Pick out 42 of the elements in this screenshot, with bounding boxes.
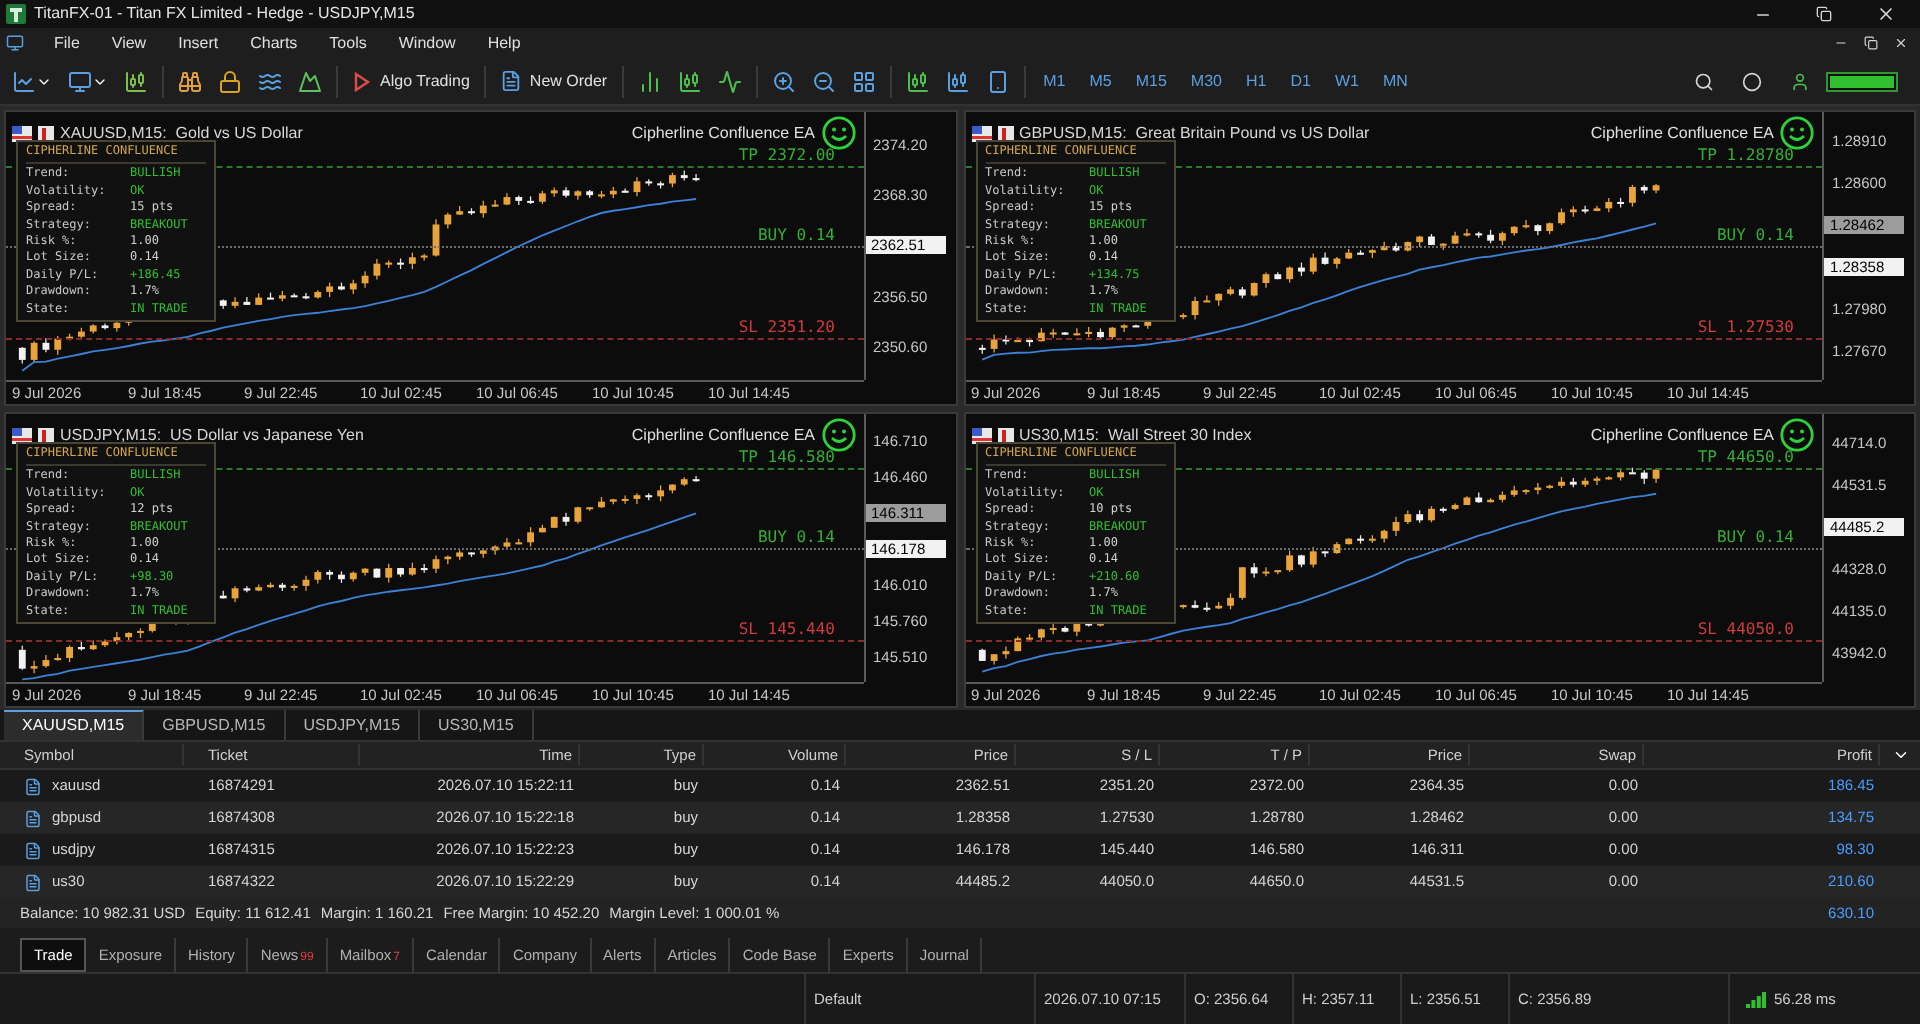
take-profit-label: TP 44650.0 <box>1697 447 1794 468</box>
stop-loss-label: SL 1.27530 <box>1697 317 1794 338</box>
chart-tab[interactable]: US30,M15 <box>420 710 534 740</box>
stop-loss-label: SL 2351.20 <box>738 317 835 338</box>
chart-title: USDJPY,M15: US Dollar vs Japanese Yen <box>60 423 364 447</box>
stop-loss-label: SL 44050.0 <box>1697 619 1794 640</box>
entry-label: BUY 0.14 <box>757 528 835 548</box>
timeframe-button[interactable]: MN <box>1372 63 1418 99</box>
menu-item[interactable]: Charts <box>236 31 312 55</box>
entry-label: BUY 0.14 <box>757 226 835 246</box>
timeframe-button[interactable]: M5 <box>1079 63 1122 99</box>
timeframe-button[interactable]: D1 <box>1280 63 1321 99</box>
menu-item[interactable]: Window <box>384 31 470 55</box>
menu-item[interactable]: View <box>97 31 161 55</box>
menu-item[interactable]: File <box>40 31 94 55</box>
algo-trading-button[interactable]: Algo Trading <box>346 63 476 99</box>
chart-title: GBPUSD,M15: Great Britain Pound vs US Dollar <box>1019 121 1370 145</box>
menu-item[interactable]: Insert <box>164 31 233 55</box>
chart-tab[interactable]: XAUUSD,M15 <box>4 710 145 740</box>
entry-label: BUY 0.14 <box>1716 226 1794 246</box>
menu-item[interactable]: Help <box>473 31 535 55</box>
timeframe-button[interactable]: W1 <box>1324 63 1369 99</box>
chart-tab[interactable]: USDJPY,M15 <box>285 710 421 740</box>
take-profit-label: TP 146.580 <box>738 447 835 468</box>
timeframe-button[interactable]: H1 <box>1235 63 1277 99</box>
new-order-button[interactable]: New Order <box>493 63 614 99</box>
chart-title: US30,M15: Wall Street 30 Index <box>1019 423 1252 447</box>
expert-name: Cipherline Confluence EA <box>1590 121 1774 145</box>
timeframe-button[interactable]: M30 <box>1180 63 1232 99</box>
timeframe-button[interactable]: M1 <box>1033 63 1076 99</box>
expert-name: Cipherline Confluence EA <box>631 423 815 447</box>
chart-tab[interactable]: GBPUSD,M15 <box>144 710 286 740</box>
stop-loss-label: SL 145.440 <box>738 619 835 640</box>
entry-label: BUY 0.14 <box>1716 528 1794 548</box>
take-profit-label: TP 1.28780 <box>1697 145 1794 166</box>
window-title: TitanFX-01 - Titan FX Limited - Hedge - USDJPY,M15 <box>34 2 415 26</box>
expert-name: Cipherline Confluence EA <box>1590 423 1774 447</box>
take-profit-label: TP 2372.00 <box>738 145 835 166</box>
timeframe-button[interactable]: M15 <box>1125 63 1177 99</box>
expert-name: Cipherline Confluence EA <box>631 121 815 145</box>
menu-item[interactable]: Tools <box>315 31 381 55</box>
chart-title: XAUUSD,M15: Gold vs US Dollar <box>60 121 303 145</box>
